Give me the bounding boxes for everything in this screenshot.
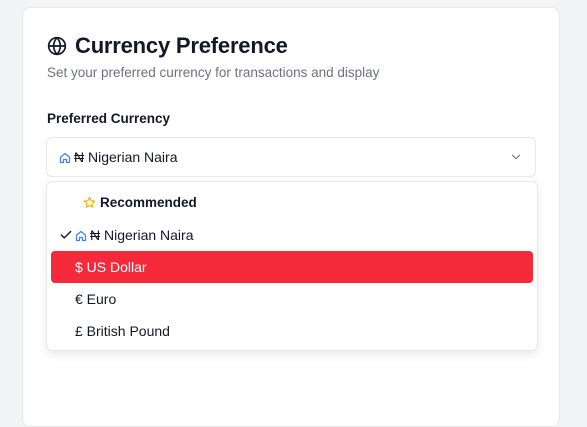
title-row: Currency Preference	[47, 32, 535, 60]
currency-dropdown: Recommended ₦ Nigerian Naira $ US Dollar…	[46, 181, 538, 351]
option-nigerian-naira[interactable]: ₦ Nigerian Naira	[51, 219, 533, 251]
home-icon	[75, 230, 87, 242]
recommended-group-label: Recommended	[100, 195, 197, 210]
page-title: Currency Preference	[75, 33, 288, 58]
preferred-currency-label: Preferred Currency	[47, 111, 171, 126]
option-euro[interactable]: € Euro	[51, 283, 533, 315]
currency-select-value: ₦ Nigerian Naira	[74, 149, 178, 165]
option-label: ₦ Nigerian Naira	[90, 227, 194, 243]
chevron-down-icon	[509, 150, 523, 164]
globe-icon	[47, 36, 67, 56]
option-label: $ US Dollar	[75, 259, 147, 275]
page-subtitle: Set your preferred currency for transact…	[47, 65, 380, 80]
option-label: £ British Pound	[75, 323, 170, 339]
currency-select[interactable]: ₦ Nigerian Naira	[46, 137, 536, 177]
option-british-pound[interactable]: £ British Pound	[51, 315, 533, 347]
recommended-group-header: Recommended	[83, 195, 197, 210]
check-icon	[59, 228, 73, 242]
option-us-dollar[interactable]: $ US Dollar	[51, 251, 533, 283]
home-icon	[59, 152, 71, 164]
card-header: Currency Preference Set your preferred c…	[47, 32, 535, 80]
star-icon	[83, 196, 96, 209]
option-label: € Euro	[75, 291, 117, 307]
